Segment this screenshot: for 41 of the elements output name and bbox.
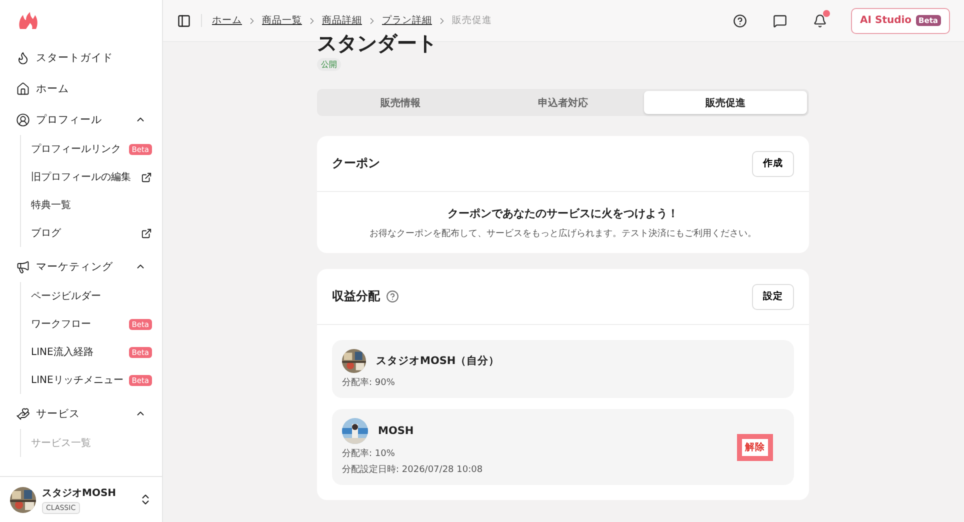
status-badge: 公開 (317, 58, 341, 71)
card-title: クーポン (332, 155, 380, 172)
flame-icon (16, 50, 30, 64)
member-rate: 分配率: 90% (342, 376, 396, 389)
breadcrumb-link[interactable]: 商品一覧 (262, 14, 302, 27)
remove-button[interactable]: 解除 (737, 434, 773, 460)
sidebar-toggle-icon[interactable] (177, 14, 191, 28)
nav-subitem[interactable]: ページビルダー (31, 282, 152, 310)
nav-item[interactable]: スタートガイド (10, 42, 152, 73)
flame-logo-icon[interactable] (18, 12, 38, 30)
nav-subitem[interactable]: 特典一覧 (31, 191, 152, 219)
hand-icon (16, 406, 30, 420)
help-icon[interactable] (733, 14, 748, 28)
message-icon[interactable] (773, 14, 788, 28)
nav-item[interactable]: マーケティング (10, 251, 152, 282)
coupon-description: お得なクーポンを配布して、サービスをもっと広げられます。テスト決済にもご利用ください。 (370, 228, 756, 240)
bell-icon[interactable] (813, 14, 828, 28)
megaphone-icon (16, 260, 30, 274)
create-button[interactable]: 作成 (752, 150, 794, 176)
plan-title: スタンダート (317, 30, 438, 56)
coupon-heading: クーポンであなたのサービスに火をつけよう！ (448, 206, 678, 221)
user-icon (16, 112, 30, 126)
nav-subitem[interactable]: ブログ (31, 219, 152, 247)
home-icon (16, 82, 30, 96)
member-name: MOSH (378, 425, 414, 437)
breadcrumb-link[interactable]: ホーム (212, 14, 242, 27)
settings-button[interactable]: 設定 (752, 284, 794, 310)
tab[interactable]: 販売情報 (319, 91, 482, 114)
tab[interactable]: 申込者対応 (482, 91, 644, 114)
breadcrumb-link[interactable]: 商品詳細 (322, 14, 362, 27)
nav-subitem[interactable]: 旧プロフィールの編集 (31, 163, 152, 191)
card-title: 収益分配 (332, 288, 380, 305)
nav-item[interactable]: ホーム (10, 73, 152, 104)
breadcrumb-link[interactable]: プラン詳細 (382, 14, 432, 27)
tab[interactable]: 販売促進 (644, 91, 808, 114)
nav-item[interactable]: プロフィール (10, 104, 152, 135)
nav-item[interactable]: サービス (10, 398, 152, 429)
member-rate: 分配率: 10% (342, 448, 396, 460)
account-name: スタジオMOSH (42, 486, 116, 500)
member-date: 分配設定日時: 2026/07/28 10:08 (342, 464, 484, 476)
member-name: スタジオMOSH（自分） (376, 354, 500, 368)
